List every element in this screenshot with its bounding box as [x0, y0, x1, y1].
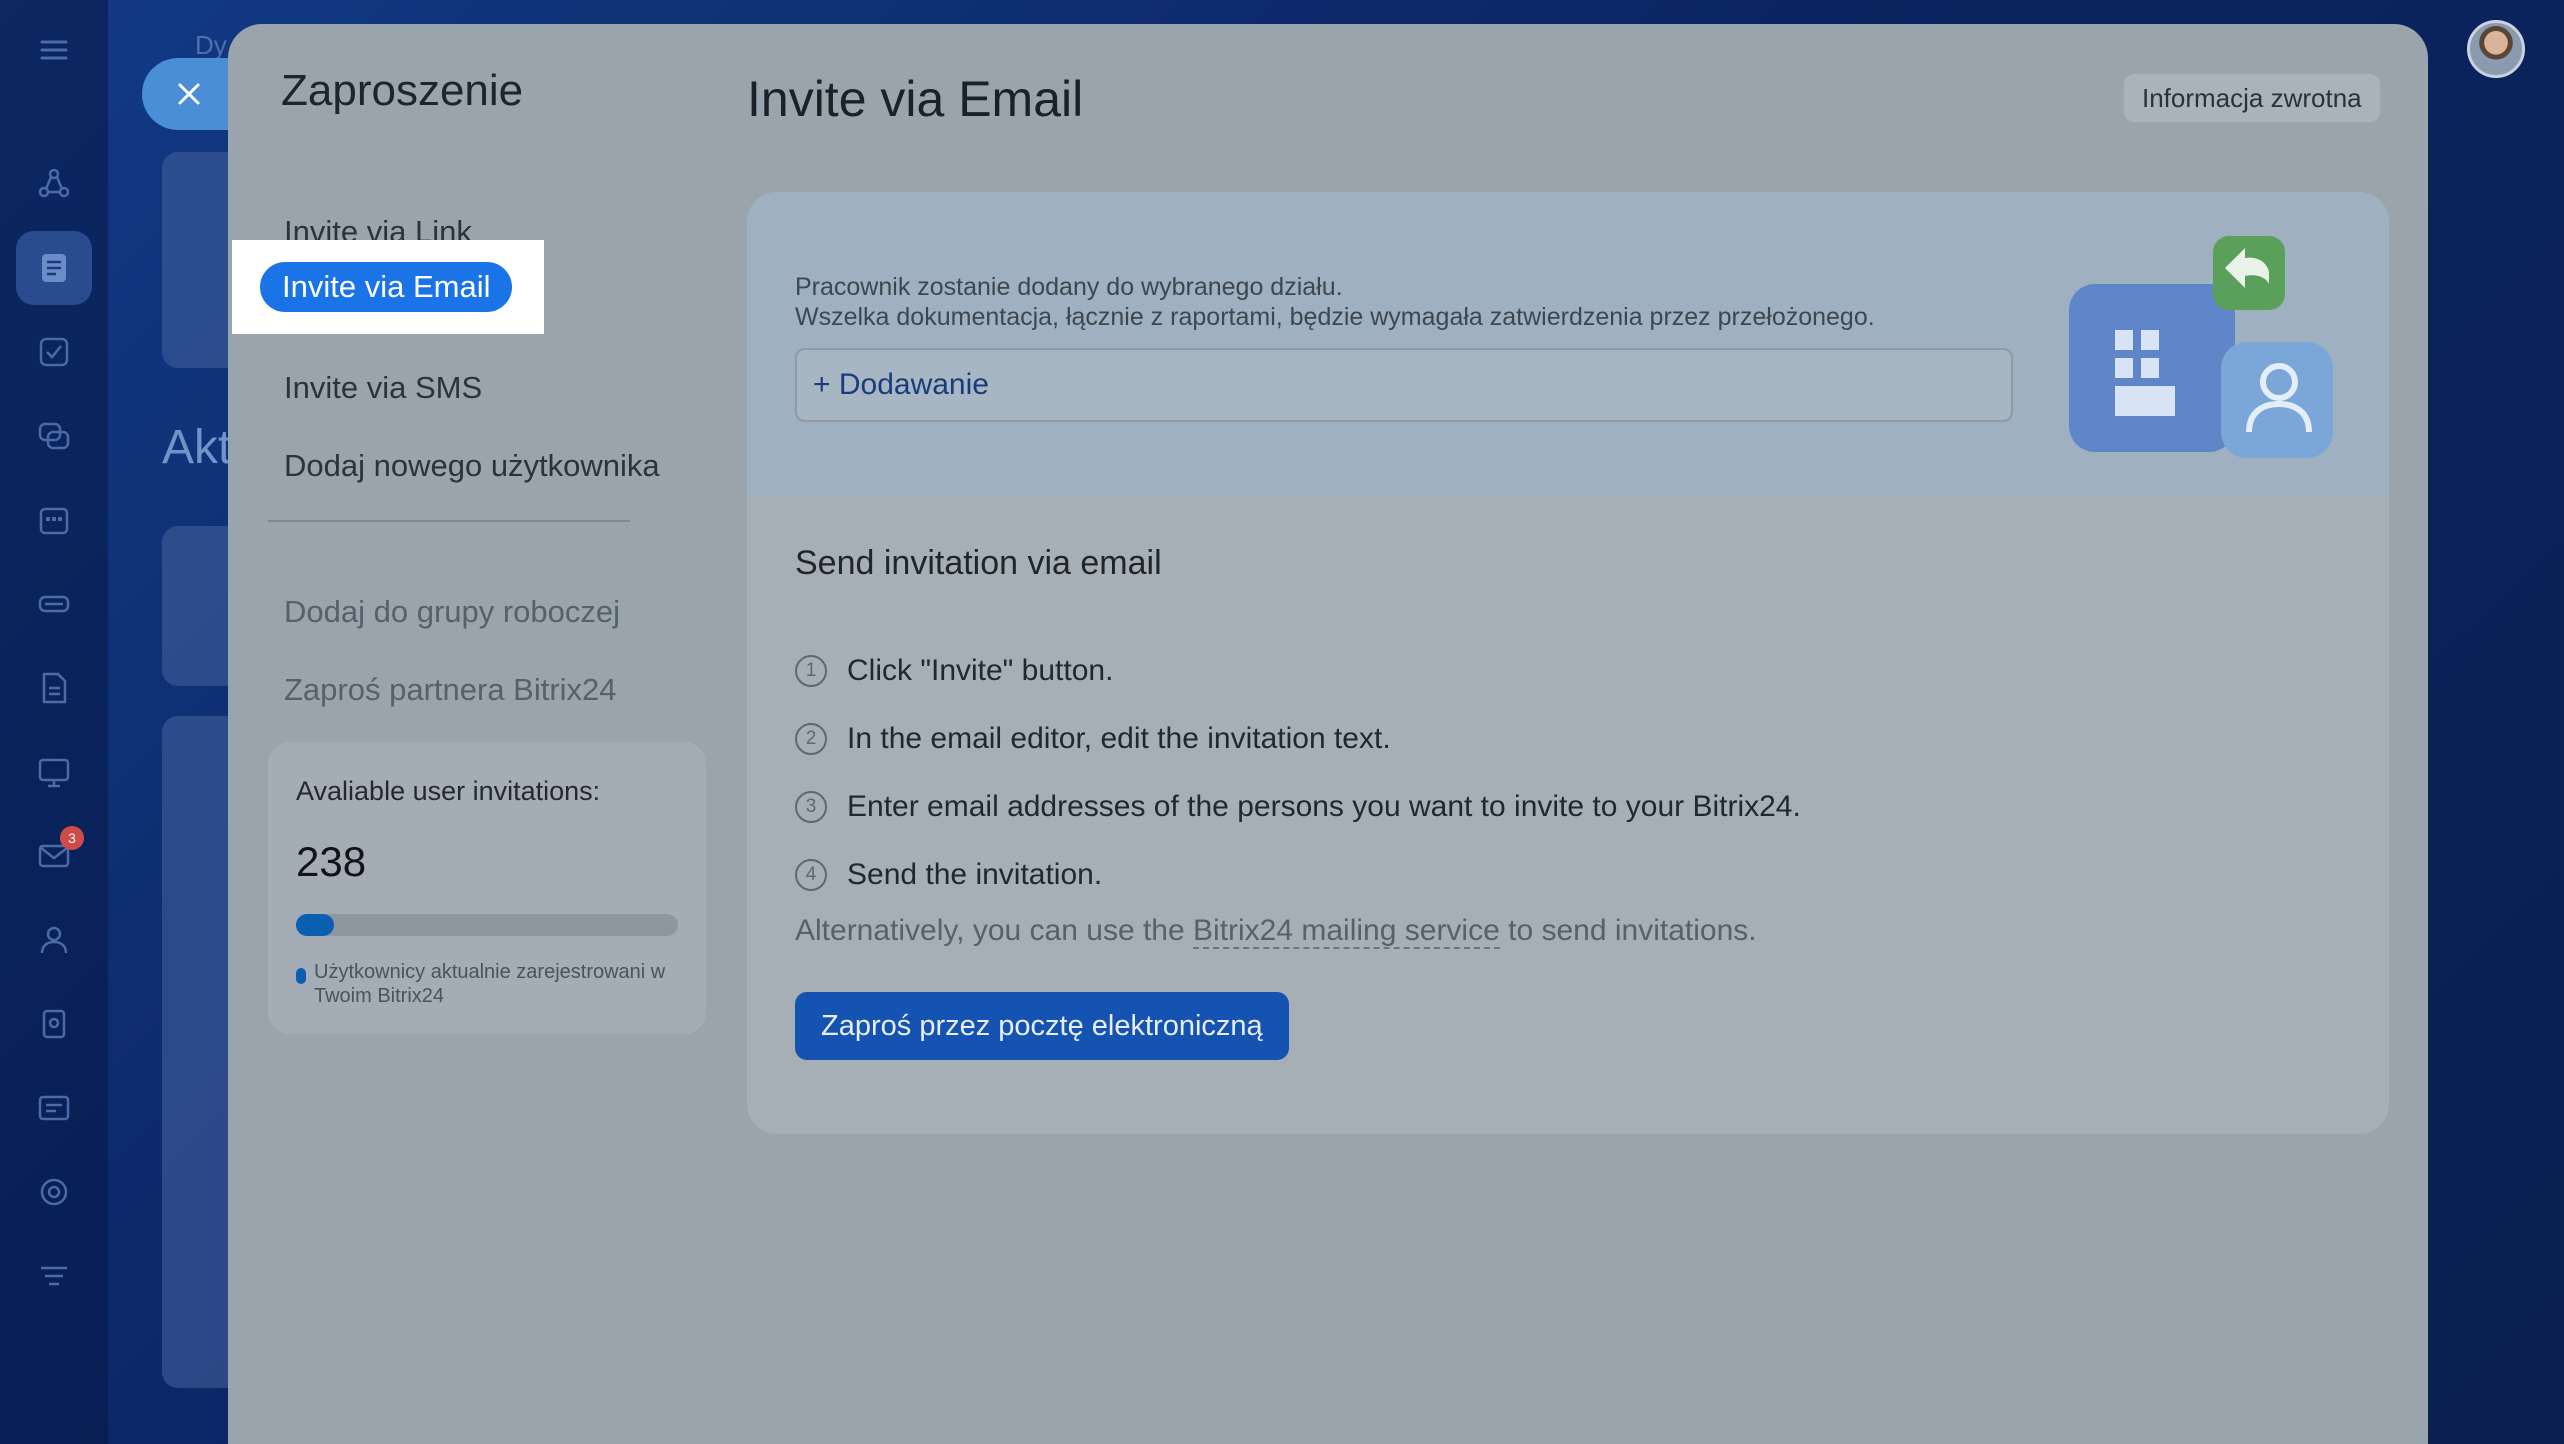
contact-center-icon[interactable] — [34, 1088, 74, 1128]
invitation-modal: Zaproszenie Invite via Link Invite via E… — [228, 24, 2428, 1444]
step-number: 1 — [795, 655, 827, 687]
step-item: 1 Click "Invite" button. — [795, 654, 1113, 688]
available-invitations-card: Avaliable user invitations: 238 Użytkown… — [268, 742, 706, 1034]
step-text: In the email editor, edit the invitation… — [847, 722, 1391, 755]
user-avatar[interactable] — [2467, 20, 2525, 78]
add-department-field[interactable]: + Dodawanie — [795, 348, 2013, 422]
employees-icon[interactable] — [34, 920, 74, 960]
description-line-2: Wszelka dokumentacja, łącznie z raportam… — [795, 303, 1875, 331]
step-number: 3 — [795, 791, 827, 823]
alternative-text: Alternatively, you can use the Bitrix24 … — [795, 914, 1757, 949]
step-text: Click "Invite" button. — [847, 654, 1114, 687]
step-item: 3 Enter email addresses of the persons y… — [795, 790, 1801, 824]
invitations-label: Avaliable user invitations: — [296, 776, 601, 806]
legend-dot — [296, 968, 306, 984]
building-users-illustration-icon — [2069, 236, 2333, 458]
step-text: Enter email addresses of the persons you… — [847, 790, 1801, 823]
invitations-count: 238 — [296, 838, 367, 885]
background-title-fragment: Dy — [195, 30, 227, 60]
step-item: 4 Send the invitation. — [795, 858, 1102, 892]
document-icon[interactable] — [34, 668, 74, 708]
close-icon — [178, 83, 200, 105]
modal-title: Zaproszenie — [281, 66, 524, 115]
step-number: 4 — [795, 859, 827, 891]
nav-invite-email[interactable]: Invite via Email — [260, 262, 513, 312]
nav-divider — [268, 520, 630, 522]
invitations-progress-bar — [296, 914, 678, 936]
company-icon[interactable] — [34, 1004, 74, 1044]
step-text: Send the invitation. — [847, 858, 1103, 891]
step-item: 2 In the email editor, edit the invitati… — [795, 722, 1391, 756]
background-heading-fragment: Akt — [162, 421, 232, 474]
filter-icon[interactable] — [34, 1256, 74, 1296]
description-line-1: Pracownik zostanie dodany do wybranego d… — [795, 273, 1343, 301]
alternative-prefix: Alternatively, you can use the — [795, 914, 1185, 947]
left-sidebar: 3 — [0, 0, 108, 1444]
nav-add-user[interactable]: Dodaj nowego użytkownika — [284, 448, 660, 484]
drive-icon[interactable] — [34, 584, 74, 624]
nav-invite-sms[interactable]: Invite via SMS — [284, 370, 482, 406]
alternative-suffix: to send invitations. — [1508, 914, 1757, 947]
nav-invite-partner[interactable]: Zaproś partnera Bitrix24 — [284, 672, 617, 708]
department-section: Pracownik zostanie dodany do wybranego d… — [747, 192, 2389, 496]
hamburger-menu-icon[interactable] — [34, 30, 74, 70]
invitations-progress-fill — [296, 914, 335, 936]
mailing-service-link[interactable]: Bitrix24 mailing service — [1193, 914, 1500, 949]
invite-email-card: Pracownik zostanie dodany do wybranego d… — [747, 192, 2389, 1134]
tasks-icon[interactable] — [34, 332, 74, 372]
calendar-icon[interactable] — [34, 500, 74, 540]
feed-icon[interactable] — [34, 248, 74, 288]
add-department-link[interactable]: + Dodawanie — [813, 368, 989, 402]
legend-text: Użytkownicy aktualnie zarejestrowani w T… — [314, 961, 666, 1007]
marketing-icon[interactable] — [34, 1172, 74, 1212]
invitations-legend: Użytkownicy aktualnie zarejestrowani w T… — [296, 960, 686, 1008]
training-icon[interactable] — [34, 752, 74, 792]
feedback-button[interactable]: Informacja zwrotna — [2124, 74, 2380, 122]
step-number: 2 — [795, 723, 827, 755]
invite-by-email-button[interactable]: Zaproś przez pocztę elektroniczną — [795, 992, 1289, 1060]
chat-icon[interactable] — [34, 416, 74, 456]
page-title: Invite via Email — [747, 71, 1084, 127]
crm-icon[interactable] — [34, 164, 74, 204]
send-invitation-title: Send invitation via email — [795, 544, 1162, 582]
department-description: Pracownik zostanie dodany do wybranego d… — [795, 272, 1875, 332]
mail-badge: 3 — [60, 826, 84, 850]
nav-add-workgroup[interactable]: Dodaj do grupy roboczej — [284, 594, 620, 630]
